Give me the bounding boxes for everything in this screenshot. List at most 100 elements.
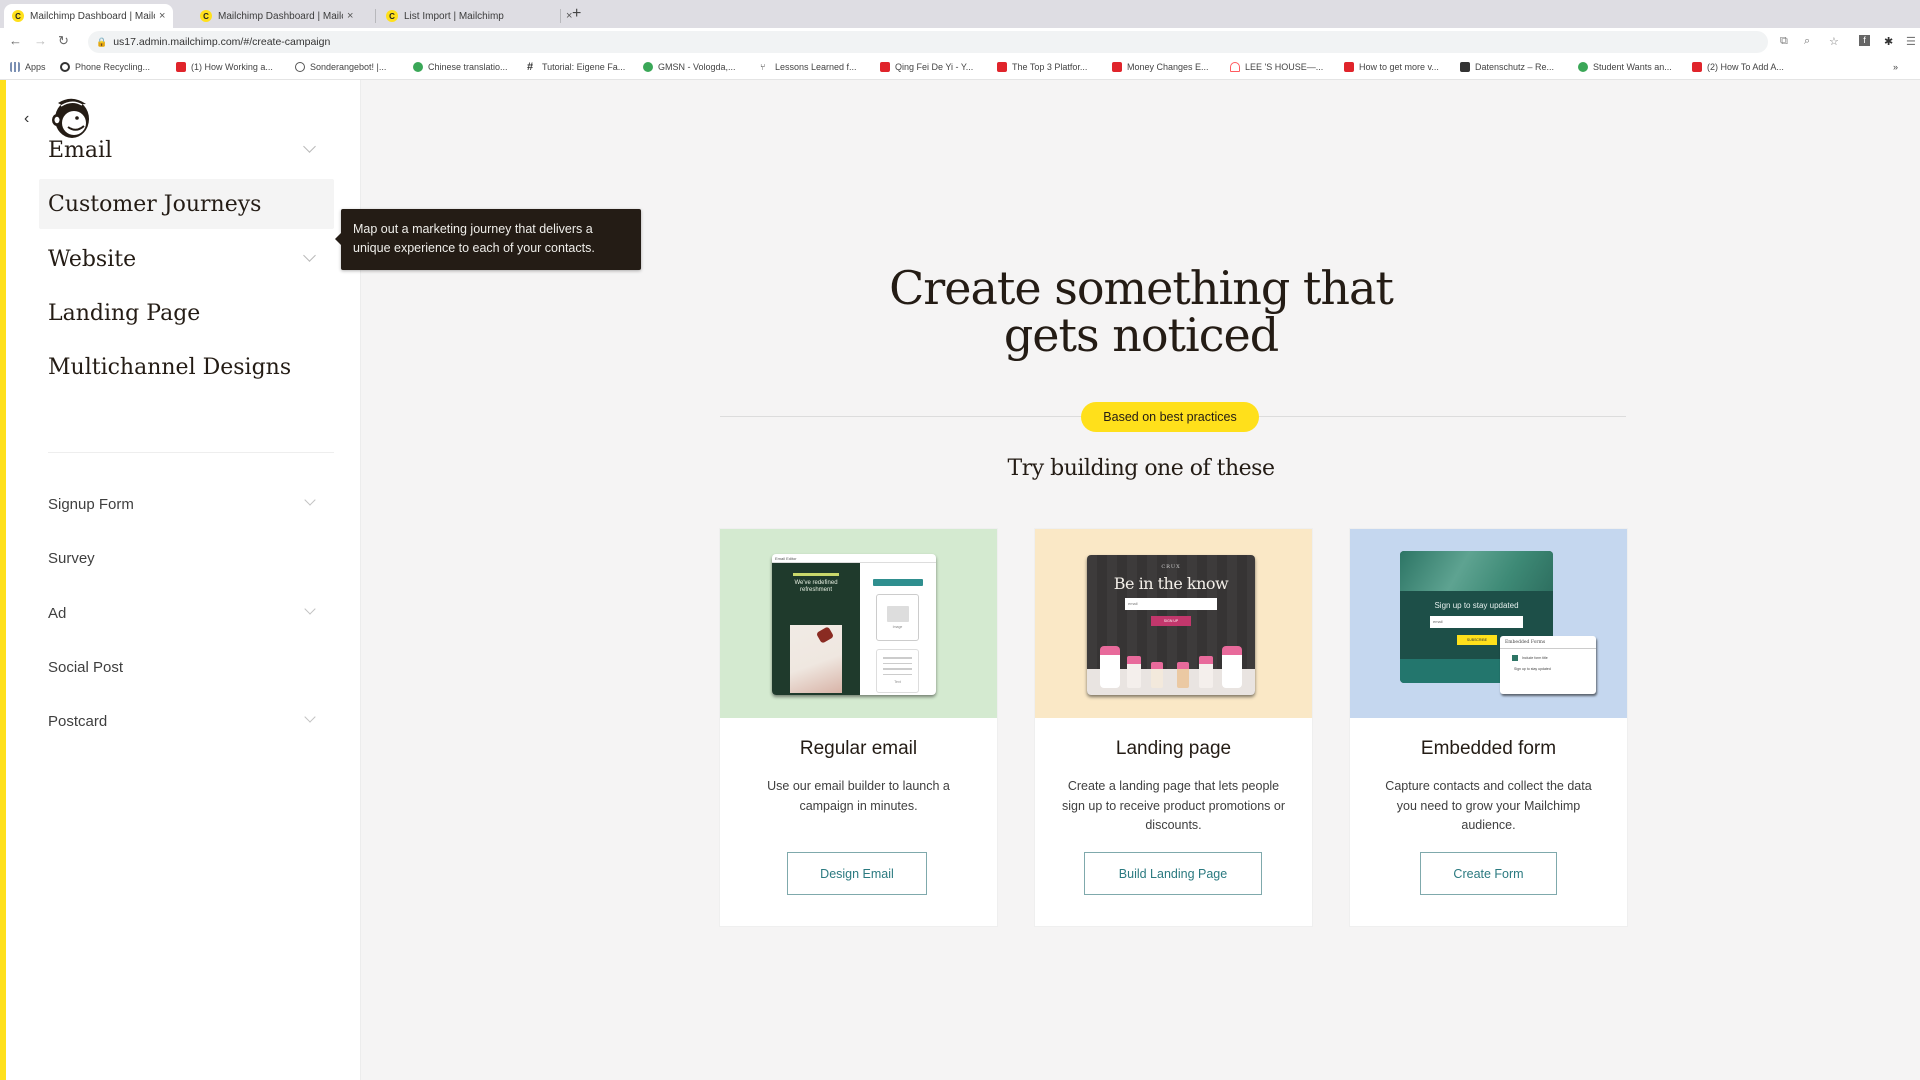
build-landing-page-button[interactable]: Build Landing Page [1084,852,1262,895]
bookmark-item[interactable]: How to get more v... [1344,62,1439,72]
back-arrow-icon[interactable]: ← [9,33,22,48]
bookmark-item[interactable]: Apps [10,62,46,72]
sidebar-item-postcard[interactable]: Postcard [39,701,334,741]
sidebar-item-signup-form[interactable]: Signup Form [39,484,334,524]
sidebar-item-landing-page[interactable]: Landing Page [39,288,334,338]
more-bookmarks-icon[interactable]: » [1893,62,1898,72]
sidebar-item-label: Ad [48,604,67,622]
lesson-bookmark-icon: ⑂ [760,62,766,72]
bookmark-item[interactable]: GMSN - Vologda,... [643,62,736,72]
bookmark-item[interactable]: Chinese translatio... [413,62,508,72]
design-email-button[interactable]: Design Email [787,852,927,895]
sidebar-item-website[interactable]: Website [39,234,334,284]
forward-arrow-icon[interactable]: → [34,33,47,48]
editor-label: Email Editor [772,554,936,563]
sidebar-item-label: Website [48,246,137,272]
browser-tab-2[interactable]: C Mailchimp Dashboard | Mailchi × [192,4,361,28]
card-landing-page[interactable]: CRUX Be in the know email SIGN UP Landin… [1035,529,1312,926]
lock-icon: 🔒 [96,36,108,47]
mock-subscribe-button: SUBSCRIBE [1457,635,1497,645]
sidebar-item-label: Customer Journeys [48,191,262,217]
mock-headline: Sign up to stay updated [1434,601,1519,610]
bookmark-item[interactable]: LEE 'S HOUSE—... [1230,62,1323,72]
bookmark-star-icon[interactable]: ☆ [1829,35,1839,48]
sidebar-item-email[interactable]: Email [39,125,334,175]
bookmark-item[interactable]: Datenschutz – Re... [1460,62,1554,72]
browser-tab-1[interactable]: C Mailchimp Dashboard | Mailchi × [4,4,174,28]
mailchimp-favicon-icon: C [200,10,212,22]
card-description: Create a landing page that lets people s… [1061,779,1286,832]
card-description: Use our email builder to launch a campai… [767,779,950,813]
bookmark-label: Apps [25,62,46,72]
facebook-extension-icon[interactable]: f [1859,35,1870,46]
back-chevron-icon[interactable]: ‹ [24,110,29,128]
bookmark-label: Student Wants an... [1593,62,1672,72]
bookmarks-bar: Apps Phone Recycling... (1) How Working a.… [0,56,1920,80]
page-title: Create something that gets noticed [362,265,1920,359]
bookmark-item[interactable]: The Top 3 Platfor... [997,62,1087,72]
yt-bookmark-icon [1112,62,1122,72]
reload-icon[interactable]: ↻ [58,33,69,49]
bookmark-item[interactable]: ⑂ Lessons Learned f... [760,62,857,72]
tab-separator [560,9,561,23]
page-title-line-1: Create something that [889,261,1394,315]
bookmark-item[interactable]: Phone Recycling... [60,62,150,72]
tab-title: List Import | Mailchimp [404,10,504,22]
sidebar-item-ad[interactable]: Ad [39,593,334,633]
close-tab-icon[interactable]: × [347,10,353,22]
extensions-puzzle-icon[interactable]: ✱ [1884,35,1893,48]
new-tab-button[interactable]: + [572,5,581,23]
reading-list-icon[interactable]: ☰ [1906,35,1916,48]
bookmark-item[interactable]: (2) How To Add A... [1692,62,1784,72]
drink-photo [790,625,842,693]
hash-bookmark-icon: # [527,61,534,73]
image-block-label: Image [892,625,903,629]
air-bookmark-icon [1230,62,1240,72]
bookmark-label: Qing Fei De Yi - Y... [895,62,974,72]
bookmark-item[interactable]: Money Changes E... [1112,62,1209,72]
sidebar-item-survey[interactable]: Survey [39,538,334,578]
green-bookmark-icon [643,62,653,72]
bookmark-item[interactable]: (1) How Working a... [176,62,273,72]
bookmark-label: Lessons Learned f... [775,62,857,72]
bookmark-label: Sonderangebot! |... [310,62,387,72]
bookmark-item[interactable]: Sonderangebot! |... [295,62,386,72]
sidebar-item-label: Landing Page [48,300,201,326]
sidebar-item-label: Social Post [48,658,124,676]
bookmark-label: Phone Recycling... [75,62,151,72]
sidebar-item-social-post[interactable]: Social Post [39,647,334,687]
bookmark-label: (1) How Working a... [191,62,273,72]
bookmark-label: Chinese translatio... [428,62,508,72]
browser-tab-3[interactable]: C List Import | Mailchimp × [378,4,580,28]
green-bookmark-icon [413,62,423,72]
sidebar-item-label: Signup Form [48,495,134,513]
app-container: ‹ Email Customer Journeys Website Landin… [0,80,1920,1080]
bookmark-label: How to get more v... [1359,62,1439,72]
sidebar-item-label: Postcard [48,712,108,730]
card-regular-email[interactable]: Email Editor We've redefined refreshment… [720,529,997,926]
translate-icon[interactable]: ⧉ [1780,35,1788,48]
address-bar[interactable]: 🔒 us17.admin.mailchimp.com/#/create-camp… [88,31,1768,53]
bookmark-item[interactable]: Student Wants an... [1578,62,1672,72]
sidebar-item-customer-journeys[interactable]: Customer Journeys [39,179,334,229]
bookmark-label: LEE 'S HOUSE—... [1245,62,1324,72]
create-form-button[interactable]: Create Form [1420,852,1557,895]
tab-title: Mailchimp Dashboard | Mailchi [30,10,155,22]
text-block-label: Text [894,680,901,684]
zoom-icon[interactable]: ⌕ [1804,35,1810,48]
image-block-mock: Image [876,594,919,641]
grid-bookmark-icon [10,62,20,72]
section-subheading: Try building one of these [1007,456,1275,481]
bookmark-item[interactable]: Qing Fei De Yi - Y... [880,62,973,72]
email-preview-panel: We've redefined refreshment [772,563,860,695]
image-placeholder-icon [886,606,909,622]
o2-bookmark-icon [60,62,70,72]
card-title: Landing page [1115,738,1232,759]
bookmark-item[interactable]: # Tutorial: Eigene Fa... [527,61,625,73]
card-title: Regular email [799,738,918,759]
close-tab-icon[interactable]: × [159,10,165,22]
sidebar-item-multichannel-designs[interactable]: Multichannel Designs [39,342,334,392]
dark-bookmark-icon [1460,62,1470,72]
card-embedded-form[interactable]: Sign up to stay updated email SUBSCRIBE … [1350,529,1627,926]
chevron-down-icon [303,140,316,153]
